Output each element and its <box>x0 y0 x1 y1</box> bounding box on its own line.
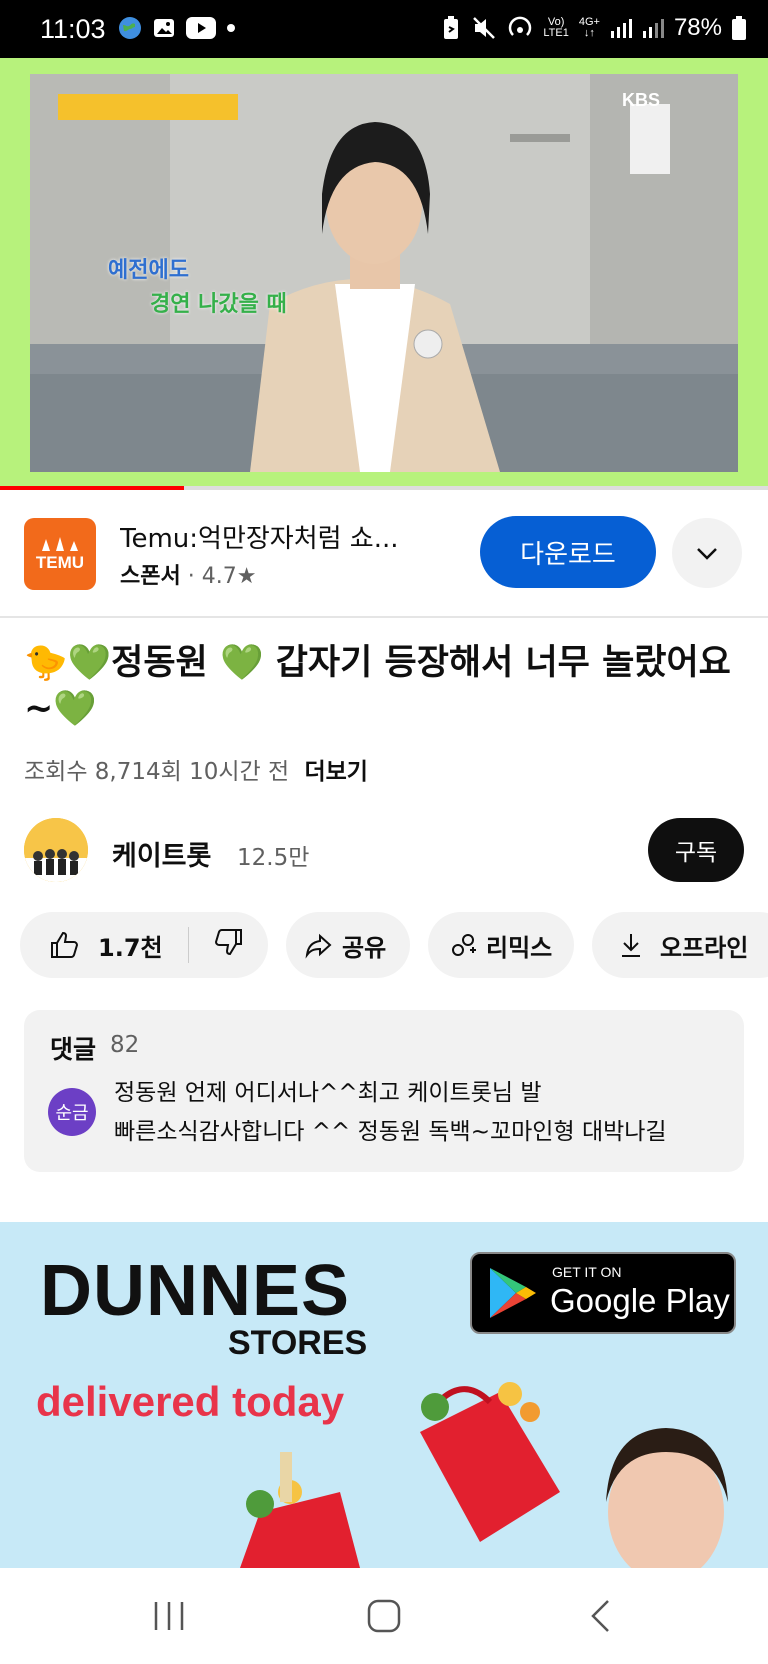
status-time: 11:03 <box>40 14 106 44</box>
channel-avatar[interactable] <box>24 818 88 882</box>
woman-photo <box>606 1428 728 1568</box>
temu-figures-icon <box>42 537 78 551</box>
google-play-icon <box>490 1268 536 1318</box>
signal-roaming-icon <box>642 19 664 38</box>
video-progress-bar[interactable] <box>0 486 768 490</box>
youtube-icon <box>186 17 216 39</box>
broadcaster-logo: KBS <box>622 90 661 110</box>
data-type: 4G+ ↓↑ <box>578 16 600 39</box>
ad-meta: 스폰서 · 4.7★ <box>120 558 256 590</box>
temu-logo[interactable]: TEMU <box>24 518 96 590</box>
top-comment-text: 정동원 언제 어디서나^^최고 케이트롯님 발 빠른소식감사합니다 ^^ 정동원… <box>114 1080 667 1145</box>
like-dislike-pill: 1.7천 <box>20 912 268 978</box>
subscriber-count: 12.5만 <box>237 845 310 871</box>
comments-count: 82 <box>110 1032 140 1058</box>
video-progress-fill <box>0 486 185 490</box>
share-icon <box>305 933 332 959</box>
video-meta[interactable]: 조회수 8,714회 10시간 전 더보기 <box>24 752 368 786</box>
offline-button[interactable]: 오프라인 <box>592 912 768 978</box>
google-play-badge[interactable]: GET IT ON Google Play <box>470 1252 736 1334</box>
subscribe-button[interactable]: 구독 <box>648 818 744 882</box>
hotspot-icon <box>509 16 532 36</box>
network-type: Vo) LTE1 <box>543 16 569 39</box>
video-player[interactable]: 예전에도 경연 나갔을 때 KBS <box>0 58 768 490</box>
dunnes-stores: STORES <box>228 1324 368 1362</box>
globe-icon <box>119 17 141 39</box>
chevron-down-icon <box>697 548 717 560</box>
action-bar: 1.7천 공유 리믹스 오프라인 <box>20 912 768 978</box>
video-frame[interactable]: 예전에도 경연 나갔을 때 KBS <box>30 74 738 472</box>
download-button[interactable]: 다운로드 <box>480 516 656 588</box>
like-button[interactable]: 1.7천 <box>20 928 188 963</box>
thumbs-up-icon <box>51 931 79 958</box>
system-icons: Vo) LTE1 4G+ ↓↑ 78% <box>441 14 746 42</box>
dot-icon <box>227 24 235 32</box>
dunnes-banner-ad[interactable]: DUNNES STORES delivered today GET IT ON … <box>0 1222 768 1568</box>
video-caption-line2: 경연 나갔을 때 <box>150 292 287 317</box>
notification-icons <box>118 16 236 40</box>
video-title[interactable]: 🐤💚정동원 💚 갑자기 등장해서 너무 놀랐어요~💚 <box>24 640 744 732</box>
remix-button[interactable]: 리믹스 <box>428 912 574 978</box>
more-link[interactable]: 더보기 <box>304 759 367 785</box>
status-bar: 11:03 Vo) LTE1 4G+ ↓↑ 78% <box>0 0 768 58</box>
channel-avatar-image <box>24 818 88 882</box>
signal-icon <box>610 19 632 38</box>
grocery-bags-image <box>240 1382 560 1568</box>
video-caption-line1: 예전에도 <box>108 258 189 283</box>
google-play-small: GET IT ON <box>552 1264 622 1280</box>
navigation-bar <box>0 1568 768 1664</box>
sponsor-label: 스폰서 <box>120 564 181 589</box>
recent-apps-icon[interactable] <box>152 1600 186 1632</box>
comments-heading: 댓글 <box>50 1035 97 1064</box>
ad-expand-button[interactable] <box>672 518 742 588</box>
thumbs-down-icon <box>214 929 242 956</box>
battery-icon <box>732 16 746 40</box>
ad-rating: · 4.7★ <box>187 564 257 589</box>
google-play-big: Google Play <box>550 1282 730 1319</box>
dunnes-brand: DUNNES <box>40 1251 351 1331</box>
channel-name[interactable]: 케이트롯 <box>112 834 211 873</box>
share-button[interactable]: 공유 <box>286 912 410 978</box>
gallery-icon <box>154 19 174 37</box>
dislike-button[interactable] <box>189 926 245 964</box>
comments-panel[interactable]: 댓글 82 순금 정동원 언제 어디서나^^최고 케이트롯님 발 빠른소식감사합… <box>24 1010 744 1172</box>
commenter-avatar: 순금 <box>48 1088 96 1136</box>
sponsored-ad[interactable]: TEMU Temu:억만장자처럼 쇼... 스폰서 · 4.7★ 다운로드 <box>0 492 768 618</box>
home-icon[interactable] <box>366 1598 402 1634</box>
mute-icon <box>473 17 496 39</box>
remix-icon <box>452 934 476 956</box>
ad-title[interactable]: Temu:억만장자처럼 쇼... <box>120 518 440 555</box>
view-count-and-date: 조회수 8,714회 10시간 전 <box>24 759 290 785</box>
battery-saver-icon <box>444 16 459 39</box>
like-count: 1.7천 <box>98 933 163 962</box>
back-icon[interactable] <box>588 1598 612 1634</box>
battery-percent: 78% <box>673 14 722 41</box>
download-icon <box>622 934 640 957</box>
